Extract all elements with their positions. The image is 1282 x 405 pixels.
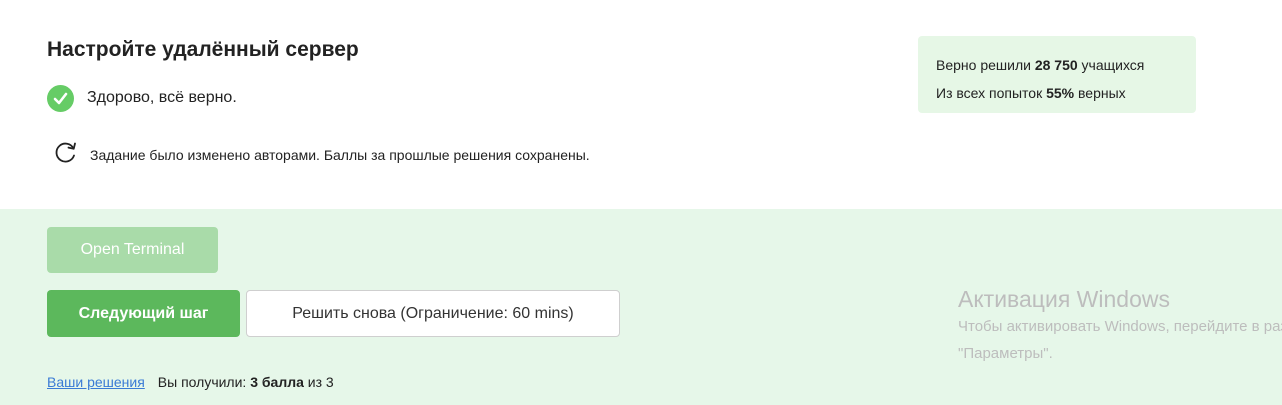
attempts-prefix: Из всех попыток bbox=[936, 85, 1047, 101]
attempts-suffix: верных bbox=[1074, 85, 1126, 101]
stats-panel: Верно решили 28 750 учащихся Из всех поп… bbox=[918, 36, 1196, 113]
notice-text: Задание было изменено авторами. Баллы за… bbox=[90, 147, 590, 163]
windows-activation-watermark: Активация Windows Чтобы активировать Win… bbox=[958, 285, 1282, 367]
solved-count-line: Верно решили 28 750 учащихся bbox=[936, 51, 1196, 79]
attempts-line: Из всех попыток 55% верных bbox=[936, 79, 1196, 107]
activation-line-2: "Параметры". bbox=[958, 345, 1053, 362]
status-text: Здорово, всё верно. bbox=[87, 89, 237, 106]
activation-title: Активация Windows bbox=[958, 286, 1170, 312]
score-suffix: из 3 bbox=[303, 374, 334, 390]
task-header-section: Настройте удалённый сервер Здорово, всё … bbox=[0, 0, 1282, 209]
score-footer: Ваши решения Вы получили: 3 балла из 3 bbox=[47, 374, 334, 390]
task-changed-notice: Задание было изменено авторами. Баллы за… bbox=[52, 138, 590, 166]
solved-suffix: учащихся bbox=[1077, 57, 1145, 73]
activation-line-1: Чтобы активировать Windows, перейдите в … bbox=[958, 318, 1282, 335]
score-value: 3 балла bbox=[250, 374, 304, 390]
open-terminal-button[interactable]: Open Terminal bbox=[47, 227, 218, 273]
solved-count: 28 750 bbox=[1034, 57, 1078, 73]
page-title: Настройте удалённый сервер bbox=[47, 38, 359, 61]
score-prefix: Вы получили: bbox=[157, 374, 251, 390]
your-solutions-link[interactable]: Ваши решения bbox=[47, 374, 145, 390]
score-text: Вы получили: 3 балла из 3 bbox=[158, 374, 334, 390]
check-circle-icon bbox=[47, 84, 74, 112]
solved-prefix: Верно решили bbox=[936, 57, 1035, 73]
refresh-icon bbox=[52, 138, 80, 166]
next-step-button[interactable]: Следующий шаг bbox=[47, 290, 240, 337]
attempts-percent: 55% bbox=[1046, 85, 1075, 101]
correct-status: Здорово, всё верно. bbox=[47, 84, 237, 112]
retry-button[interactable]: Решить снова (Ограничение: 60 mins) bbox=[246, 290, 620, 337]
